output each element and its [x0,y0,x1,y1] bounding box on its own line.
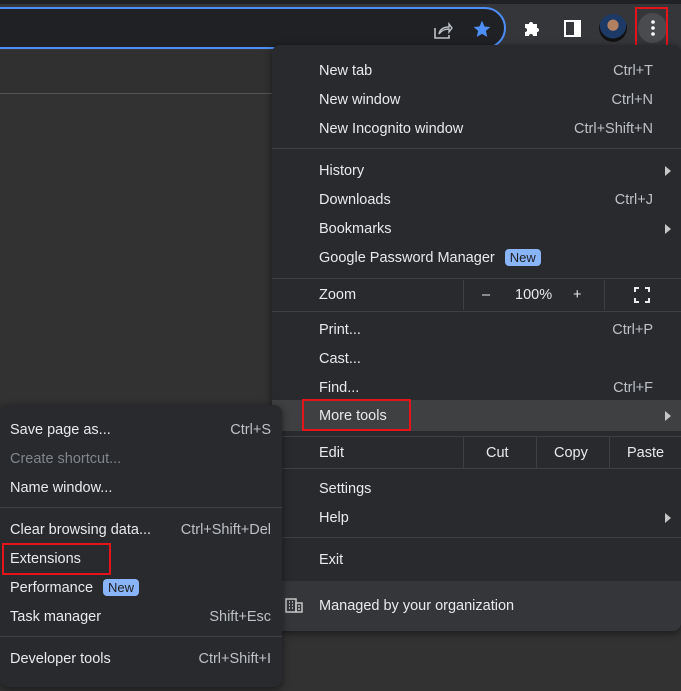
shortcut: Ctrl+J [614,191,653,208]
menu-button-highlight [635,7,668,49]
shortcut: Ctrl+P [612,321,653,338]
menu-item-history[interactable]: History [272,156,681,185]
menu-item-print[interactable]: Print... Ctrl+P [272,315,681,344]
label: Managed by your organization [319,598,515,614]
menu-item-new-incognito[interactable]: New Incognito window Ctrl+Shift+N [272,114,681,143]
chevron-right-icon [665,410,671,421]
shortcut: Ctrl+T [613,62,653,79]
chevron-right-icon [665,223,671,234]
divider [604,280,605,310]
menu-item-new-tab[interactable]: New tab Ctrl+T [272,56,681,85]
shortcut: Ctrl+F [613,379,653,396]
more-tools-submenu: Save page as... Ctrl+S Create shortcut...… [0,405,282,687]
menu-item-save-page[interactable]: Save page as... Ctrl+S [0,415,282,444]
label: Zoom [319,287,357,303]
divider [272,278,681,279]
chevron-right-icon [665,512,671,523]
divider [0,507,282,508]
star-icon[interactable] [471,18,493,40]
shortcut: Ctrl+N [611,91,654,108]
label: New Incognito window [319,120,464,137]
menu-item-clear-browsing-data[interactable]: Clear browsing data... Ctrl+Shift+Del [0,515,282,544]
menu-item-downloads[interactable]: Downloads Ctrl+J [272,185,681,214]
menu-item-exit[interactable]: Exit [272,545,681,574]
label: Save page as... [10,421,111,438]
label: Clear browsing data... [10,521,152,538]
divider [463,280,464,310]
zoom-out-button[interactable]: – [482,287,490,303]
label: New window [319,91,401,108]
more-tools-highlight [302,399,411,431]
extensions-highlight [2,543,111,575]
label: Task manager [10,608,102,625]
new-badge: New [504,248,541,266]
label: Settings [319,480,372,497]
shortcut: Ctrl+Shift+N [574,120,653,137]
label: History [319,162,365,179]
menu-item-create-shortcut: Create shortcut... [0,444,282,473]
divider [272,468,681,469]
divider [609,437,610,468]
extensions-icon[interactable] [521,17,543,39]
label: Downloads [319,191,391,208]
label: New tab [319,62,373,79]
menu-item-find[interactable]: Find... Ctrl+F [272,373,681,402]
menu-item-new-window[interactable]: New window Ctrl+N [272,85,681,114]
shortcut: Ctrl+Shift+Del [180,521,271,538]
menu-item-developer-tools[interactable]: Developer tools Ctrl+Shift+I [0,644,282,673]
menu-item-task-manager[interactable]: Task manager Shift+Esc [0,602,282,631]
shortcut: Shift+Esc [209,608,271,625]
label: Developer tools [10,650,111,667]
menu-item-cast[interactable]: Cast... [272,344,681,373]
address-bar[interactable] [0,7,506,49]
cut-button[interactable]: Cut [486,445,509,461]
chrome-main-menu: New tab Ctrl+T New window Ctrl+N New Incog… [272,45,681,631]
divider [0,636,282,637]
side-panel-icon[interactable] [562,18,582,38]
divider [272,148,681,149]
label: Name window... [10,479,113,496]
label: Help [319,509,349,526]
label: Find... [319,379,360,396]
divider [272,311,681,312]
paste-button[interactable]: Paste [627,445,664,461]
menu-item-settings[interactable]: Settings [272,474,681,503]
label: Exit [319,551,344,568]
share-icon[interactable] [432,19,454,41]
new-badge: New [103,578,140,596]
managed-by-org[interactable]: Managed by your organization [272,581,681,631]
menu-item-password-manager[interactable]: Google Password Manager New [272,243,681,272]
edit-row: Edit Cut Copy Paste [272,437,681,468]
chevron-right-icon [665,165,671,176]
label-wrap: Google Password Manager New [319,248,541,266]
menu-item-name-window[interactable]: Name window... [0,473,282,502]
zoom-in-button[interactable]: + [573,287,581,303]
zoom-row: Zoom – 100% + [272,280,681,310]
label-wrap: Performance New [10,578,140,596]
avatar[interactable] [599,14,627,42]
label: Performance [10,579,94,596]
label: Create shortcut... [10,450,122,467]
menu-item-bookmarks[interactable]: Bookmarks [272,214,681,243]
divider [536,437,537,468]
label: Cast... [319,350,361,367]
browser-toolbar [0,0,681,50]
label: Bookmarks [319,220,392,237]
label: Print... [319,321,361,338]
copy-button[interactable]: Copy [554,445,588,461]
label: Google Password Manager [319,249,495,266]
label: Edit [319,444,344,461]
zoom-level: 100% [515,287,553,303]
divider [272,537,681,538]
tab-strip [0,0,681,4]
shortcut: Ctrl+S [230,421,271,438]
fullscreen-icon[interactable] [634,287,650,303]
menu-item-help[interactable]: Help [272,503,681,532]
building-icon [285,598,303,617]
menu-item-performance[interactable]: Performance New [0,573,282,602]
divider [463,437,464,468]
shortcut: Ctrl+Shift+I [198,650,271,667]
